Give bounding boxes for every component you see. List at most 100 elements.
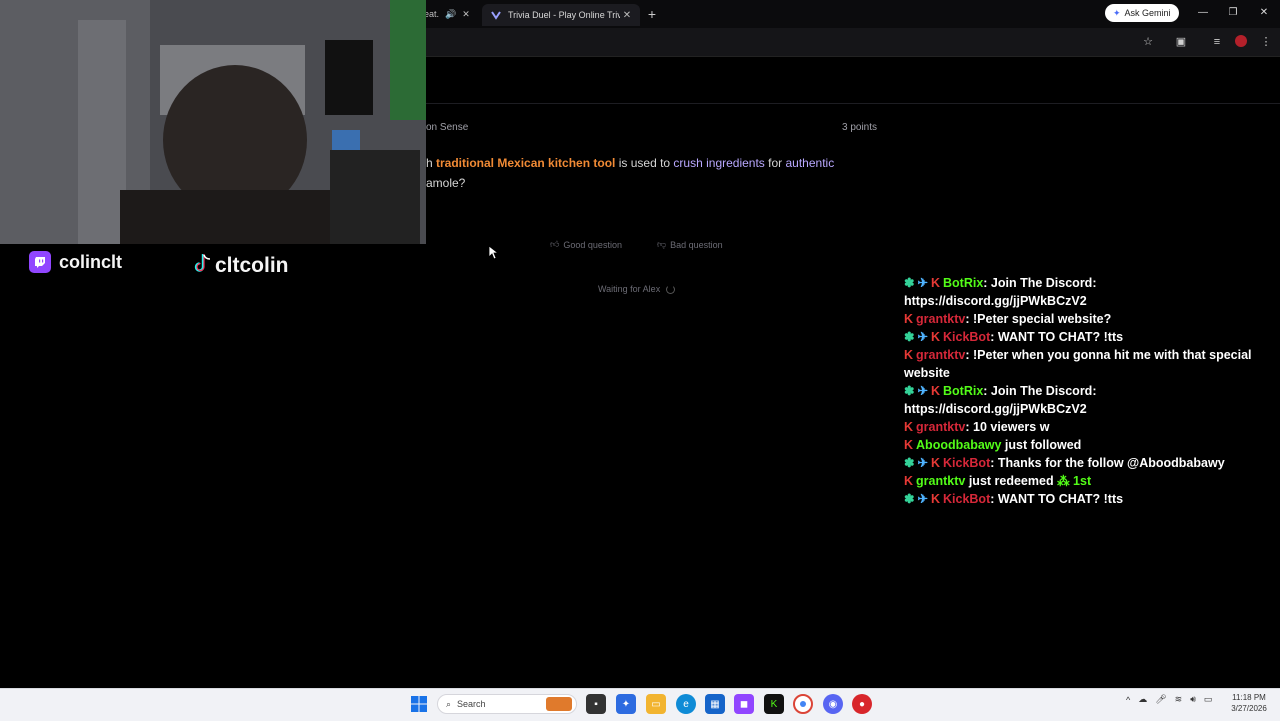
thumbs-down-icon: 👎︎: [657, 239, 667, 249]
twitch-app-icon[interactable]: ◼: [734, 694, 754, 714]
global-badge-icon: ✽: [904, 384, 915, 398]
file-explorer-icon[interactable]: ▭: [646, 694, 666, 714]
bad-question-button[interactable]: 👎︎ Bad question: [657, 239, 723, 250]
chat-text: : Join The Discord:: [983, 384, 1097, 398]
bot-badge-icon: ✈: [917, 384, 928, 398]
bookmark-star-icon[interactable]: ☆: [1141, 35, 1155, 49]
tab-close-icon[interactable]: ✕: [462, 9, 470, 20]
edge-browser-icon[interactable]: e: [676, 694, 696, 714]
chat-username: grantktv: [916, 348, 966, 362]
global-badge-icon: ✽: [904, 276, 915, 290]
copilot-icon[interactable]: ✦: [616, 694, 636, 714]
question-part: is used to: [615, 156, 674, 170]
browser-tab-previous[interactable]: eat. 🔊 ✕: [424, 5, 470, 23]
chat-username: grantktv: [916, 312, 966, 326]
chat-message: ✽ ✈ K BotRix: Join The Discord:: [904, 274, 1276, 292]
chat-message: ✽ ✈ K KickBot: WANT TO CHAT? !tts: [904, 328, 1276, 346]
taskbar-time: 11:18 PM: [1232, 693, 1266, 702]
ask-gemini-label: Ask Gemini: [1124, 8, 1171, 18]
chat-text: https://discord.gg/jjPWkBCzV2: [904, 402, 1087, 416]
kick-badge-icon: K: [930, 330, 940, 344]
show-hidden-icons-icon[interactable]: ^: [1126, 695, 1130, 705]
obs-app-icon[interactable]: ●: [852, 694, 872, 714]
good-question-button[interactable]: 👍︎ Good question: [550, 239, 622, 250]
kick-app-icon[interactable]: K: [764, 694, 784, 714]
bot-badge-icon: ✈: [917, 456, 928, 470]
task-view-icon[interactable]: ▪: [586, 694, 606, 714]
kick-badge-icon: K: [904, 312, 914, 326]
chat-message: Kgrantktv: !Peter when you gonna hit me …: [904, 346, 1276, 382]
chat-message: ✽ ✈ K KickBot: WANT TO CHAT? !tts: [904, 490, 1276, 508]
active-tab-title: Trivia Duel - Play Online Trivia: [508, 10, 620, 20]
twitch-icon: [29, 251, 51, 273]
kick-badge-icon: K: [930, 492, 940, 506]
question-keyword: crush ingredients: [673, 156, 765, 170]
battery-icon[interactable]: ▭: [1204, 694, 1213, 705]
ask-gemini-button[interactable]: ✦ Ask Gemini: [1105, 4, 1179, 22]
taskbar-search-box[interactable]: ⌕ Search: [437, 694, 577, 714]
extension-icon[interactable]: ▣: [1174, 35, 1188, 49]
taskbar-clock[interactable]: 11:18 PM 3/27/2026: [1226, 692, 1272, 714]
question-part: h: [426, 156, 437, 170]
chat-message: K Aboodbabawy just followed: [904, 436, 1276, 454]
chat-username: KickBot: [943, 492, 991, 506]
profile-avatar-icon[interactable]: [1234, 35, 1248, 49]
chat-username: BotRix: [943, 276, 984, 290]
chat-username: Aboodbabawy: [916, 438, 1002, 452]
twitch-username: colinclt: [59, 251, 123, 272]
onedrive-icon[interactable]: ☁: [1138, 694, 1147, 705]
kick-badge-icon: K: [930, 384, 940, 398]
close-window-button[interactable]: ✕: [1257, 6, 1271, 20]
microsoft-store-icon[interactable]: ▦: [705, 694, 725, 714]
new-tab-button[interactable]: +: [645, 4, 659, 24]
microphone-icon[interactable]: 🎤︎: [1155, 694, 1166, 705]
browser-menu-icon[interactable]: ⋮: [1259, 35, 1273, 49]
good-question-label: Good question: [563, 239, 622, 250]
chat-message: Kgrantktv just redeemed ⁂ 1st: [904, 472, 1276, 490]
kick-badge-icon: K: [904, 420, 914, 434]
chat-text: : !Peter special website?: [965, 312, 1112, 326]
kick-badge-icon: K: [904, 474, 914, 488]
global-badge-icon: ✽: [904, 456, 915, 470]
minimize-window-button[interactable]: —: [1196, 6, 1210, 20]
chat-text: : WANT TO CHAT? !tts: [990, 330, 1124, 344]
chat-text: https://discord.gg/jjPWkBCzV2: [904, 294, 1087, 308]
tiktok-handle: cltcolin: [193, 252, 289, 280]
chat-redeem-reward: ⁂ 1st: [1057, 474, 1092, 488]
search-icon: ⌕: [446, 698, 452, 709]
chat-username: BotRix: [943, 384, 984, 398]
question-part: for: [764, 156, 786, 170]
global-badge-icon: ✽: [904, 330, 915, 344]
system-tray: ^ ☁ 🎤︎ ≋ 🔊︎ ▭: [1126, 694, 1212, 705]
chat-message: Kgrantktv: 10 viewers w: [904, 418, 1276, 436]
search-highlight-icon: [546, 697, 572, 711]
loading-spinner-icon: [666, 284, 676, 294]
kick-badge-icon: K: [904, 438, 914, 452]
tiktok-icon: [193, 252, 213, 280]
chat-message: https://discord.gg/jjPWkBCzV2: [904, 400, 1276, 418]
tab-close-icon[interactable]: ✕: [620, 10, 634, 21]
restore-window-button[interactable]: ❐: [1226, 6, 1240, 20]
thumbs-up-icon: 👍︎: [550, 239, 560, 249]
chat-message: ✽ ✈ K KickBot: Thanks for the follow @Abood…: [904, 454, 1276, 472]
browser-tab-active[interactable]: Trivia Duel - Play Online Trivia ✕: [482, 4, 640, 26]
question-highlight: traditional Mexican kitchen tool: [436, 156, 616, 170]
tiktok-username: cltcolin: [215, 254, 289, 277]
media-controls-icon[interactable]: ≡: [1210, 35, 1224, 49]
question-text: h traditional Mexican kitchen tool is us…: [426, 153, 866, 193]
volume-icon[interactable]: 🔊︎: [1190, 694, 1196, 705]
chat-username: KickBot: [943, 456, 991, 470]
chat-message: https://discord.gg/jjPWkBCzV2: [904, 292, 1276, 310]
chat-text: just followed: [1001, 438, 1082, 452]
waiting-status: Waiting for Alex: [598, 284, 676, 294]
windows-start-icon[interactable]: [409, 694, 429, 714]
wifi-icon[interactable]: ≋: [1175, 694, 1183, 705]
bot-badge-icon: ✈: [917, 492, 928, 506]
bot-badge-icon: ✈: [917, 330, 928, 344]
chrome-browser-icon[interactable]: [793, 694, 813, 714]
mouse-cursor-icon: [489, 246, 499, 260]
windows-taskbar: [0, 688, 1280, 721]
waiting-text: Waiting for Alex: [598, 284, 661, 294]
discord-icon[interactable]: ◉: [823, 694, 843, 714]
chat-text: : WANT TO CHAT? !tts: [990, 492, 1124, 506]
